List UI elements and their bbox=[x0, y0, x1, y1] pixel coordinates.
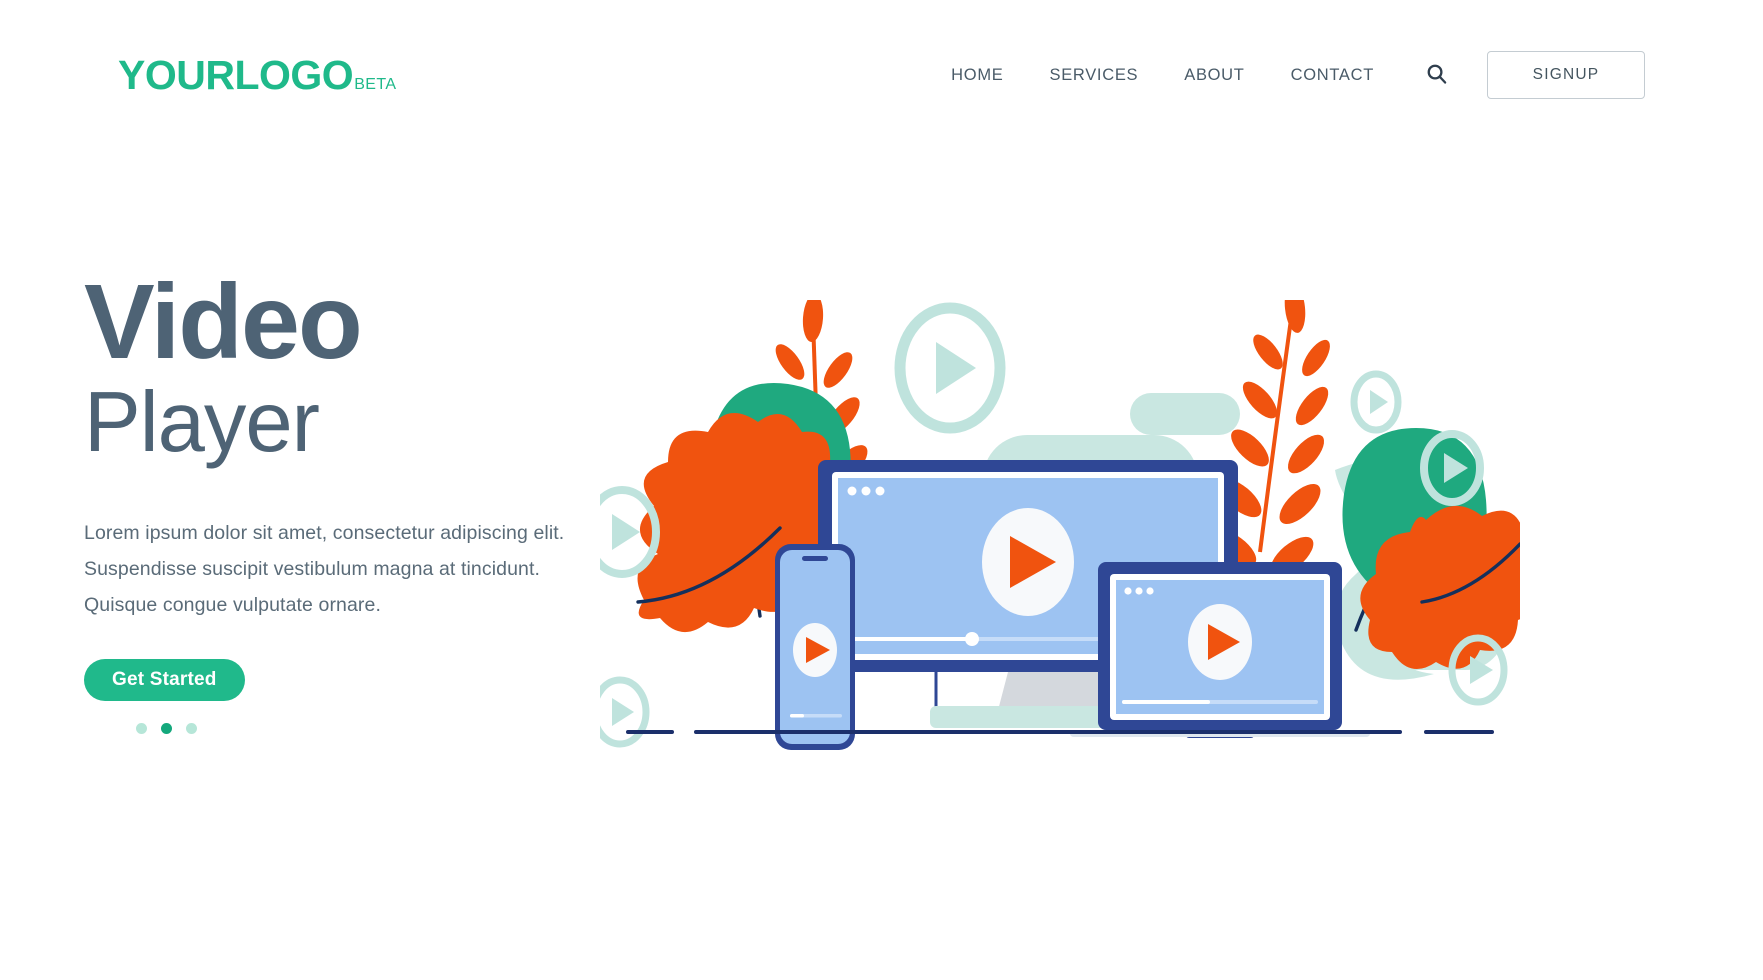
brand-logo-beta: BETA bbox=[354, 75, 397, 93]
get-started-button[interactable]: Get Started bbox=[84, 659, 245, 702]
carousel-dot-3[interactable] bbox=[186, 723, 197, 735]
nav-link-contact[interactable]: CONTACT bbox=[1268, 58, 1397, 93]
carousel-dot-1[interactable] bbox=[136, 723, 147, 735]
window-dots-laptop bbox=[1124, 587, 1154, 595]
nav-link-about[interactable]: ABOUT bbox=[1161, 58, 1267, 93]
brand-logo-text: YOURLOGO bbox=[118, 51, 354, 98]
main-navigation: HOME SERVICES ABOUT CONTACT SIGNUP bbox=[928, 51, 1645, 99]
brand-logo[interactable]: YOURLOGO BETA bbox=[118, 51, 397, 98]
nav-item-contact: CONTACT bbox=[1268, 58, 1397, 93]
nav-list: HOME SERVICES ABOUT CONTACT bbox=[928, 58, 1397, 93]
nav-link-services[interactable]: SERVICES bbox=[1026, 58, 1161, 93]
play-icon-monitor bbox=[982, 508, 1074, 616]
play-bubble-icon-bottom-left bbox=[600, 676, 650, 748]
search-button[interactable] bbox=[1413, 52, 1459, 98]
nav-item-home: HOME bbox=[928, 58, 1026, 93]
nav-item-about: ABOUT bbox=[1161, 58, 1267, 93]
laptop bbox=[1070, 562, 1370, 738]
window-dots-monitor bbox=[847, 486, 885, 496]
play-icon-phone bbox=[793, 623, 837, 677]
landing-page: YOURLOGO BETA HOME SERVICES ABOUT CONTAC… bbox=[0, 0, 1763, 980]
signup-button[interactable]: SIGNUP bbox=[1487, 51, 1645, 99]
play-icon-laptop bbox=[1188, 604, 1252, 680]
site-header: YOURLOGO BETA HOME SERVICES ABOUT CONTAC… bbox=[0, 0, 1763, 150]
progress-bar-laptop bbox=[1122, 700, 1318, 704]
carousel-dot-2[interactable] bbox=[161, 723, 172, 735]
play-bubble-icon-large bbox=[894, 302, 1006, 434]
search-icon bbox=[1425, 62, 1448, 88]
nav-item-services: SERVICES bbox=[1026, 58, 1161, 93]
play-bubble-icon-small-top bbox=[1350, 370, 1402, 434]
progress-bar-phone bbox=[790, 714, 842, 718]
smartphone bbox=[775, 544, 855, 750]
nav-link-home[interactable]: HOME bbox=[928, 58, 1026, 93]
video-player-devices-illustration bbox=[600, 300, 1520, 750]
